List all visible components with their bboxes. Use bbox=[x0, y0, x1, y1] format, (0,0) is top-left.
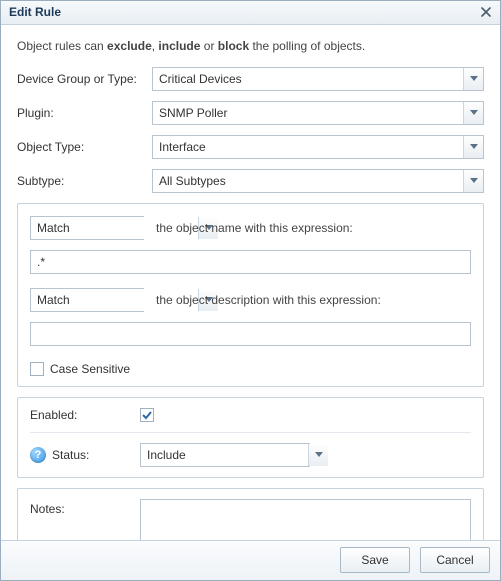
desc-match-mode-combo[interactable] bbox=[30, 288, 144, 312]
case-sensitive-checkbox[interactable] bbox=[30, 362, 44, 376]
chevron-down-icon[interactable] bbox=[463, 170, 483, 192]
cancel-button[interactable]: Cancel bbox=[420, 547, 490, 573]
name-match-mode-combo[interactable] bbox=[30, 216, 144, 240]
row-subtype: Subtype: bbox=[17, 169, 484, 193]
status-input[interactable] bbox=[141, 444, 308, 466]
dialog-footer: Save Cancel bbox=[1, 540, 500, 580]
label-object-type: Object Type: bbox=[17, 140, 152, 154]
case-sensitive-label: Case Sensitive bbox=[50, 362, 130, 376]
match-panel: the object name with this expression: th… bbox=[17, 203, 484, 387]
edit-rule-dialog: Edit Rule Object rules can exclude, incl… bbox=[0, 0, 501, 581]
label-subtype: Subtype: bbox=[17, 174, 152, 188]
chevron-down-icon[interactable] bbox=[308, 444, 328, 466]
desc-expression-input[interactable] bbox=[30, 322, 471, 346]
notes-panel: Notes: bbox=[17, 488, 484, 540]
intro-block: block bbox=[218, 39, 249, 53]
row-object-type: Object Type: bbox=[17, 135, 484, 159]
label-enabled: Enabled: bbox=[30, 408, 140, 422]
object-type-input[interactable] bbox=[153, 136, 463, 158]
chevron-down-icon[interactable] bbox=[463, 102, 483, 124]
chevron-down-icon[interactable] bbox=[463, 136, 483, 158]
intro-include: include bbox=[158, 39, 200, 53]
case-sensitive-row: Case Sensitive bbox=[30, 362, 471, 376]
enabled-panel: Enabled: ? Status: bbox=[17, 397, 484, 478]
plugin-input[interactable] bbox=[153, 102, 463, 124]
dialog-title: Edit Rule bbox=[9, 5, 61, 19]
close-icon[interactable] bbox=[478, 4, 494, 20]
notes-textarea[interactable] bbox=[140, 499, 471, 540]
chevron-down-icon[interactable] bbox=[463, 68, 483, 90]
label-status: Status: bbox=[52, 448, 89, 462]
intro-exclude: exclude bbox=[107, 39, 152, 53]
device-group-input[interactable] bbox=[153, 68, 463, 90]
device-group-combo[interactable] bbox=[152, 67, 484, 91]
row-name-match: the object name with this expression: bbox=[30, 216, 471, 240]
subtype-combo[interactable] bbox=[152, 169, 484, 193]
intro-post: the polling of objects. bbox=[249, 39, 365, 53]
label-plugin: Plugin: bbox=[17, 106, 152, 120]
row-notes: Notes: bbox=[30, 499, 471, 540]
help-icon[interactable]: ? bbox=[30, 447, 46, 463]
plugin-combo[interactable] bbox=[152, 101, 484, 125]
intro-pre: Object rules can bbox=[17, 39, 107, 53]
row-status: ? Status: bbox=[30, 443, 471, 467]
label-notes: Notes: bbox=[30, 499, 140, 540]
intro-text: Object rules can exclude, include or blo… bbox=[17, 39, 484, 53]
label-device-group: Device Group or Type: bbox=[17, 72, 152, 86]
dialog-body: Object rules can exclude, include or blo… bbox=[1, 25, 500, 540]
status-combo[interactable] bbox=[140, 443, 310, 467]
intro-sep2: or bbox=[200, 39, 217, 53]
subtype-input[interactable] bbox=[153, 170, 463, 192]
enabled-checkbox[interactable] bbox=[140, 408, 154, 422]
row-desc-match: the object description with this express… bbox=[30, 288, 471, 312]
desc-match-label: the object description with this express… bbox=[156, 293, 381, 307]
row-device-group: Device Group or Type: bbox=[17, 67, 484, 91]
name-match-label: the object name with this expression: bbox=[156, 221, 353, 235]
row-plugin: Plugin: bbox=[17, 101, 484, 125]
name-expression-input[interactable] bbox=[30, 250, 471, 274]
object-type-combo[interactable] bbox=[152, 135, 484, 159]
save-button[interactable]: Save bbox=[340, 547, 410, 573]
row-enabled: Enabled: bbox=[30, 408, 471, 433]
titlebar: Edit Rule bbox=[1, 1, 500, 25]
